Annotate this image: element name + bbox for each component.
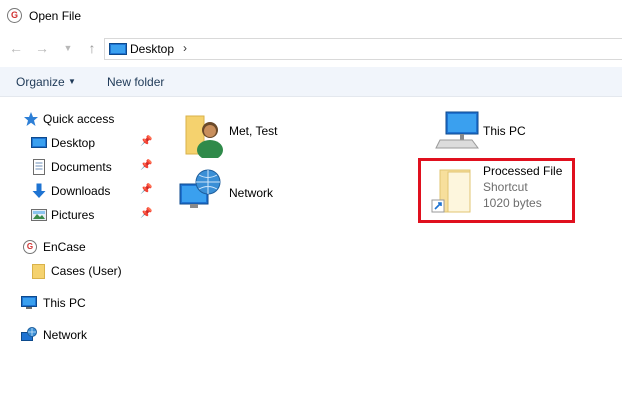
file-item-this-pc[interactable]: This PC: [432, 106, 612, 158]
highlight-box: [418, 158, 575, 223]
sidebar-label-encase: EnCase: [43, 240, 86, 254]
desktop-icon: [31, 137, 47, 148]
pin-icon[interactable]: 📌: [140, 136, 152, 148]
back-arrow-icon[interactable]: ←: [8, 40, 24, 56]
sidebar-item-quick-access[interactable]: Quick access: [0, 108, 160, 130]
pin-icon[interactable]: 📌: [140, 184, 152, 196]
file-item-user-folder[interactable]: Met, Test: [180, 106, 380, 158]
file-item-network[interactable]: Network: [178, 164, 378, 216]
sidebar-item-network[interactable]: Network: [0, 324, 160, 346]
star-icon: [24, 112, 38, 126]
encase-icon: G: [23, 240, 37, 254]
navigation-pane: Quick access Desktop 📌 Documents 📌 Downl…: [0, 100, 160, 402]
sidebar-label-this-pc: This PC: [43, 296, 86, 310]
desktop-icon: [109, 43, 127, 55]
sidebar-label-quick-access: Quick access: [43, 112, 115, 126]
user-folder-icon: [185, 115, 223, 158]
title-bar: G Open File: [0, 0, 622, 32]
sidebar-item-documents[interactable]: Documents 📌: [0, 156, 160, 178]
sidebar-label-cases: Cases (User): [51, 264, 122, 278]
organize-button[interactable]: Organize: [16, 75, 65, 89]
sidebar-item-pictures[interactable]: Pictures 📌: [0, 204, 160, 226]
item-name: Network: [229, 186, 274, 200]
documents-icon: [33, 159, 45, 175]
sidebar-item-downloads[interactable]: Downloads 📌: [0, 180, 160, 202]
sidebar-label-pictures: Pictures: [51, 208, 95, 222]
address-bar[interactable]: Desktop ›: [104, 38, 622, 60]
app-icon: G: [7, 8, 22, 23]
network-icon: [21, 327, 37, 341]
sidebar-label-network: Network: [43, 328, 88, 342]
sidebar-item-cases-user[interactable]: Cases (User): [0, 260, 160, 282]
network-icon: [179, 169, 221, 208]
up-arrow-icon[interactable]: ↑: [84, 40, 100, 56]
sidebar-label-documents: Documents: [51, 160, 112, 174]
recent-locations-chevron-icon[interactable]: ▼: [60, 40, 76, 56]
window-title: Open File: [29, 9, 82, 23]
sidebar-label-downloads: Downloads: [51, 184, 111, 198]
new-folder-button[interactable]: New folder: [107, 75, 164, 89]
computer-icon: [21, 296, 37, 309]
command-bar: Organize ▼ New folder: [0, 67, 622, 97]
address-segment-desktop[interactable]: Desktop: [130, 42, 174, 56]
pin-icon[interactable]: 📌: [140, 208, 152, 220]
chevron-right-icon[interactable]: ›: [183, 41, 187, 55]
sidebar-item-desktop[interactable]: Desktop 📌: [0, 132, 160, 154]
file-list: Met, Test This PC Network Processed File…: [170, 100, 622, 402]
pin-icon[interactable]: 📌: [140, 160, 152, 172]
item-name: Met, Test: [229, 124, 278, 138]
item-name: This PC: [483, 124, 526, 138]
forward-arrow-icon[interactable]: →: [34, 40, 50, 56]
download-arrow-icon: [32, 183, 46, 198]
computer-icon: [435, 111, 479, 149]
sidebar-item-this-pc[interactable]: This PC: [0, 292, 160, 314]
sidebar-label-desktop: Desktop: [51, 136, 96, 150]
pictures-icon: [31, 209, 47, 221]
caret-down-icon[interactable]: ▼: [68, 77, 76, 86]
folder-icon: [32, 264, 45, 279]
sidebar-item-encase[interactable]: G EnCase: [0, 236, 160, 258]
